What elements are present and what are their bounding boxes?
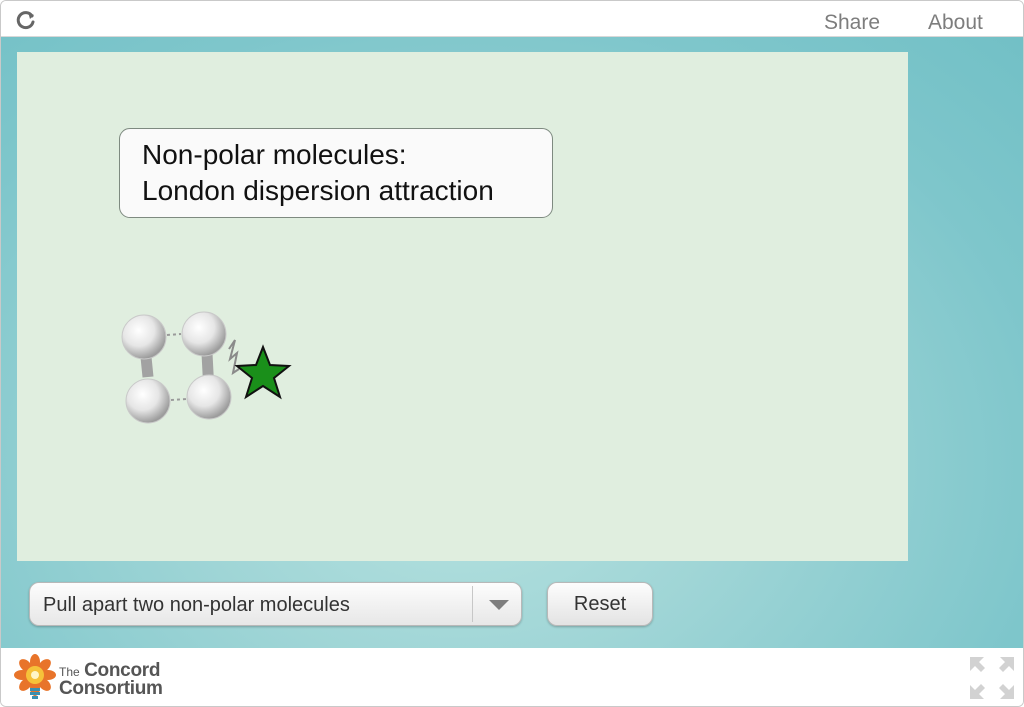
callout-subtitle: London dispersion attraction xyxy=(142,175,494,206)
spring-handle xyxy=(228,339,240,376)
top-bar: Share About xyxy=(1,1,1023,37)
chevron-down-icon[interactable] xyxy=(489,600,509,610)
simulation-canvas[interactable]: Non-polar molecules: London dispersion a… xyxy=(17,52,908,561)
drag-star-icon[interactable] xyxy=(234,344,292,400)
atom xyxy=(181,311,227,357)
logo-the: The xyxy=(59,665,80,679)
select-value: Pull apart two non-polar molecules xyxy=(43,594,350,616)
attraction-dash xyxy=(166,333,182,336)
molecule-right[interactable] xyxy=(181,311,232,420)
about-link[interactable]: About xyxy=(928,11,983,35)
footer: The Concord Consortium xyxy=(1,648,1023,706)
interactive-select[interactable]: Pull apart two non-polar molecules xyxy=(29,582,522,626)
atom xyxy=(125,378,171,424)
reload-icon[interactable] xyxy=(15,9,37,31)
select-divider xyxy=(472,586,473,622)
molecule-left[interactable] xyxy=(121,314,171,424)
fullscreen-icon[interactable] xyxy=(970,657,1014,699)
molecule-pair[interactable] xyxy=(117,297,317,427)
attraction-dash xyxy=(170,398,188,401)
atom xyxy=(121,314,167,360)
atom xyxy=(186,374,232,420)
main-area: Non-polar molecules: London dispersion a… xyxy=(1,37,1023,648)
logo-line2: Consortium xyxy=(59,678,163,699)
lightbulb-flower-icon xyxy=(14,654,56,699)
share-link[interactable]: Share xyxy=(824,11,880,35)
concord-logo[interactable]: The Concord Consortium xyxy=(13,653,173,703)
app-frame: Share About Non-polar molecules: London … xyxy=(0,0,1024,707)
callout-title: Non-polar molecules: xyxy=(142,139,407,170)
reset-button[interactable]: Reset xyxy=(547,582,653,626)
info-callout: Non-polar molecules: London dispersion a… xyxy=(119,128,553,218)
